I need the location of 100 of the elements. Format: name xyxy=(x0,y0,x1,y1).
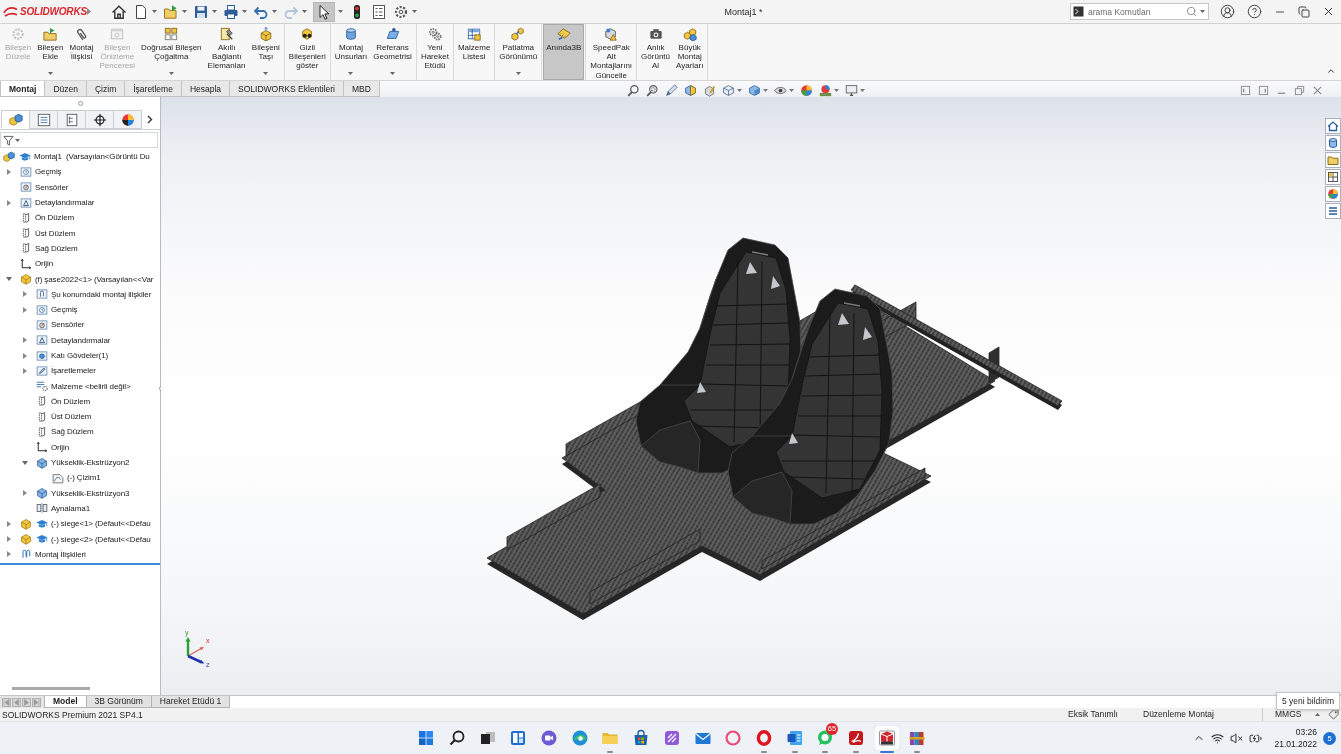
caret-icon[interactable] xyxy=(860,89,865,92)
ribbon-button[interactable]: Doğrusal Bileşen Çoğaltma xyxy=(138,24,205,80)
tree-item[interactable]: Geçmiş xyxy=(51,305,78,315)
chevron-right-icon[interactable] xyxy=(147,115,153,124)
caret-icon[interactable] xyxy=(763,89,768,92)
caret-right-icon[interactable] xyxy=(22,337,28,344)
caret-right-icon[interactable] xyxy=(22,306,28,313)
tree-item[interactable]: Geçmiş xyxy=(35,167,62,177)
caret-icon[interactable] xyxy=(338,10,343,13)
palette-grid-icon[interactable] xyxy=(1324,169,1341,185)
expand-arrow-icon[interactable] xyxy=(87,8,91,15)
tree-item[interactable]: Orijin xyxy=(35,259,54,269)
settings-icon[interactable] xyxy=(393,3,409,20)
list-icon[interactable] xyxy=(1324,203,1341,219)
eye-icon[interactable] xyxy=(774,84,787,97)
tree-item[interactable]: Montaj1 (Varsayılan<Görüntü Du xyxy=(34,152,150,162)
tree-item[interactable]: Sensörler xyxy=(51,320,85,330)
tab[interactable]: SOLIDWORKS Eklentileri xyxy=(229,81,344,97)
ribbon-button[interactable]: Gizli Bileşenleri göster xyxy=(285,24,329,80)
tree-item[interactable]: Katı Gövdeler(1) xyxy=(51,351,109,360)
cylinder-icon[interactable] xyxy=(343,27,358,41)
browser-icon[interactable] xyxy=(570,729,589,747)
caret-icon[interactable] xyxy=(390,72,396,75)
tree-item[interactable]: Üst Düzlem xyxy=(35,228,76,238)
filter-field[interactable] xyxy=(0,132,158,148)
ribbon-button[interactable]: Montaj Unsurları xyxy=(331,24,371,80)
caret-icon[interactable] xyxy=(152,10,157,13)
tree-item[interactable]: (-) siege<1> (Défaut<<Défau xyxy=(51,519,151,529)
ribbon-button[interactable]: Patlatma Görünümü xyxy=(496,24,541,80)
cube-tile-icon[interactable] xyxy=(873,725,900,751)
paperclip-icon[interactable] xyxy=(74,27,89,41)
panel-tab[interactable] xyxy=(85,110,114,129)
ribbon-button[interactable]: Yeni Hareket Etüdü xyxy=(417,24,452,80)
tree-item[interactable]: Şu konumdaki montaj ilişkiler xyxy=(51,289,152,299)
zoom-fit-icon[interactable] xyxy=(627,84,640,97)
list-icon[interactable] xyxy=(371,3,387,20)
tab[interactable]: Çizim xyxy=(85,81,126,97)
speaker-muted-icon[interactable] xyxy=(1230,731,1244,745)
ribbon-button[interactable]: Büyük Montaj Ayarları xyxy=(673,24,707,80)
ribbon-button[interactable]: Bileşen Ekle xyxy=(34,24,67,80)
caret-right-icon[interactable] xyxy=(6,199,12,206)
scene-icon[interactable] xyxy=(819,84,832,97)
caret-icon[interactable] xyxy=(834,89,839,92)
close-icon[interactable] xyxy=(1322,5,1335,18)
tree-item[interactable]: Aynalama1 xyxy=(51,503,90,513)
caret-icon[interactable] xyxy=(515,72,521,75)
tab[interactable]: 3B Görünüm xyxy=(85,696,152,708)
tree-item[interactable]: Detaylandırmalar xyxy=(51,335,111,345)
clock-time[interactable]: 03:26 xyxy=(1295,726,1317,738)
document-icon[interactable] xyxy=(133,3,149,20)
ribbon-button[interactable]: Referans Geometrisi xyxy=(370,24,415,80)
tab[interactable]: Model xyxy=(44,696,87,708)
caret-right-icon[interactable] xyxy=(6,168,12,175)
gears-icon[interactable] xyxy=(427,27,442,41)
tree-item[interactable]: (f) şase2022<1> (Varsayılan<<Var xyxy=(35,274,154,284)
plane-icon[interactable] xyxy=(385,27,400,41)
pencil-icon[interactable] xyxy=(665,84,678,97)
tree-item[interactable]: Üst Düzlem xyxy=(51,412,92,422)
ribbon-button[interactable]: Montaj İlişkisi xyxy=(66,24,97,80)
folder-arrow-icon[interactable] xyxy=(163,3,179,20)
tab[interactable]: Düzen xyxy=(44,81,87,97)
caret-icon[interactable] xyxy=(348,72,354,75)
caret-icon[interactable] xyxy=(47,72,53,75)
clock-date[interactable]: 21.01.2022 xyxy=(1274,738,1317,750)
caret-right-icon[interactable] xyxy=(6,551,12,558)
screw-icon[interactable] xyxy=(219,27,234,41)
ribbon-button[interactable]: Malzeme Listesi xyxy=(454,24,494,80)
color-ball-icon[interactable] xyxy=(800,84,813,97)
ribbon-button[interactable]: Bileşeni Taşı xyxy=(248,24,283,80)
video-chat-icon[interactable] xyxy=(540,729,559,747)
cubes-icon[interactable] xyxy=(682,27,697,41)
section-view-icon[interactable] xyxy=(684,84,697,97)
tree-item[interactable]: Sensörler xyxy=(35,182,69,192)
help-icon[interactable] xyxy=(1247,4,1262,19)
app-tile-icon[interactable] xyxy=(662,729,681,747)
tree-item[interactable]: İşaretlemeler xyxy=(51,366,96,376)
tree-item[interactable]: Montaj İlişkileri xyxy=(35,549,86,559)
wifi-icon[interactable] xyxy=(1211,731,1225,745)
tree-item[interactable]: (-) Çizim1 xyxy=(67,473,101,483)
tree-item[interactable]: Sağ Düzlem xyxy=(35,243,78,253)
tab[interactable]: Montaj xyxy=(0,81,46,97)
ribbon-button[interactable]: Anında3B xyxy=(543,24,585,80)
chevron-up-icon[interactable] xyxy=(1326,66,1336,76)
scrollbar[interactable] xyxy=(12,687,90,690)
handle-icon[interactable] xyxy=(77,101,83,106)
glasses-icon[interactable] xyxy=(300,27,315,41)
panel-tab[interactable] xyxy=(113,110,142,129)
caret-right-icon[interactable] xyxy=(6,536,12,543)
document-icon[interactable] xyxy=(785,729,804,747)
caret-down-icon[interactable] xyxy=(22,459,28,466)
books-icon[interactable] xyxy=(908,729,927,747)
caret-icon[interactable] xyxy=(263,72,269,75)
caret-icon[interactable] xyxy=(15,138,20,142)
printer-icon[interactable] xyxy=(223,3,239,20)
camera-icon[interactable] xyxy=(648,27,663,41)
task-view-icon[interactable] xyxy=(478,729,497,747)
caret-icon[interactable] xyxy=(1200,10,1205,13)
tile-left-icon[interactable] xyxy=(1240,85,1251,96)
caret-icon[interactable] xyxy=(242,10,247,13)
ribbon-button[interactable]: SpeedPak Alt Montajlarını Güncelle xyxy=(587,24,636,80)
